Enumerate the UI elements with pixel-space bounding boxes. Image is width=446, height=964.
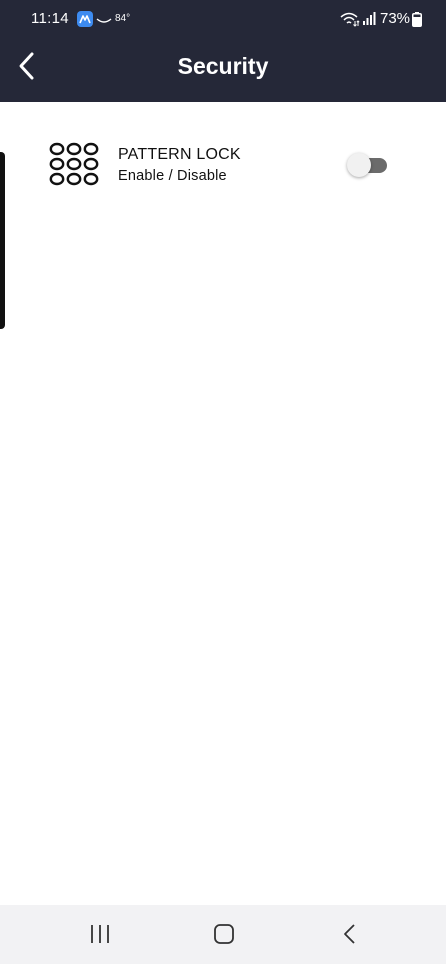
signal-icon xyxy=(362,12,376,30)
status-time: 11:14 xyxy=(31,10,69,27)
battery-icon xyxy=(412,12,422,32)
status-bar: 11:14 84° 73% xyxy=(0,0,446,38)
system-nav-bar xyxy=(0,905,446,964)
page-title: Security xyxy=(177,53,269,79)
recents-button[interactable] xyxy=(85,921,115,947)
home-button[interactable] xyxy=(209,921,239,947)
toggle-thumb xyxy=(347,153,371,177)
status-temperature: 84° xyxy=(115,13,131,24)
home-icon xyxy=(214,924,234,944)
pattern-lock-toggle[interactable] xyxy=(345,152,389,178)
top-bar: 11:14 84° 73% Security xyxy=(0,0,446,102)
app-notification-icon xyxy=(77,11,93,27)
battery-percent: 73% xyxy=(380,10,411,27)
setting-subtitle: Enable / Disable xyxy=(118,168,227,184)
nav-back-button[interactable] xyxy=(335,921,365,947)
pattern-lock-setting-row[interactable]: PATTERN LOCK Enable / Disable xyxy=(0,135,446,195)
setting-title: PATTERN LOCK xyxy=(118,146,241,163)
back-icon xyxy=(344,924,355,944)
pattern-lock-icon xyxy=(48,141,102,188)
recents-icon xyxy=(91,925,109,943)
wifi-icon xyxy=(340,11,360,32)
weather-icon xyxy=(96,13,112,31)
